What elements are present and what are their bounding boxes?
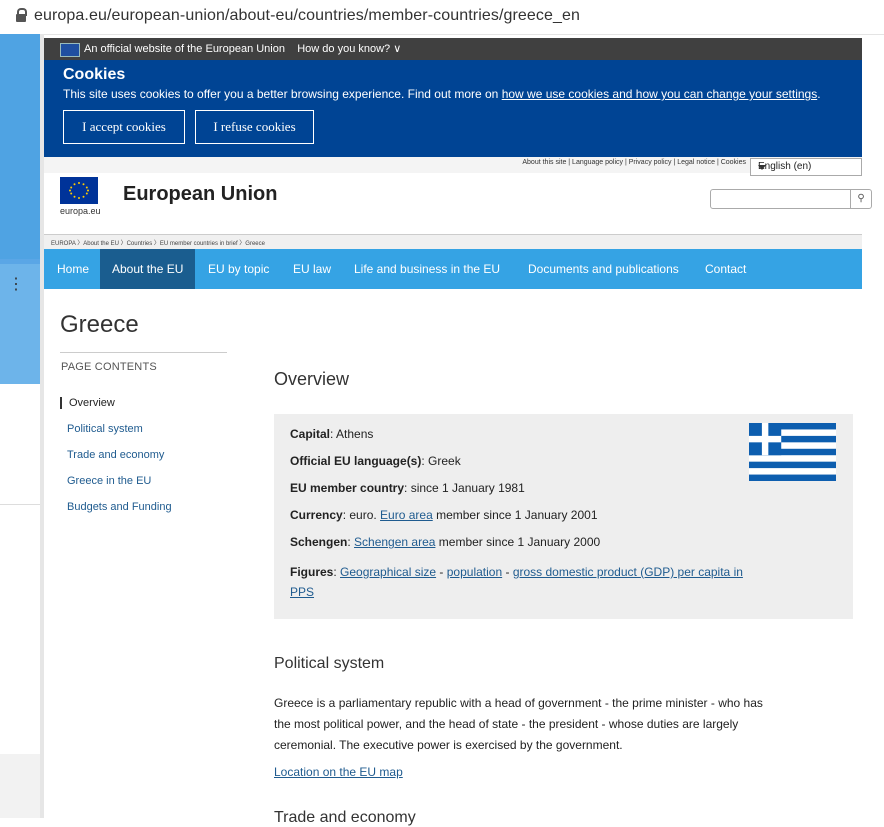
country-facts-box: Capital: Athens Official EU language(s):… xyxy=(274,414,853,619)
more-options-icon[interactable]: ⋮ xyxy=(8,274,24,294)
browser-url-bar[interactable]: europa.eu/european-union/about-eu/countr… xyxy=(0,0,884,35)
search-icon[interactable]: ⚲ xyxy=(850,190,871,208)
eu-logo[interactable] xyxy=(60,177,98,204)
fact-currency: Currency: euro. Euro area member since 1… xyxy=(290,508,598,522)
header-top-links[interactable]: About this site | Language policy | Priv… xyxy=(522,159,746,166)
official-eu-banner: An official website of the European Unio… xyxy=(44,38,862,60)
language-select[interactable]: English (en) xyxy=(750,158,862,176)
cookie-policy-link[interactable]: how we use cookies and how you can chang… xyxy=(502,87,818,101)
lock-icon xyxy=(16,8,27,22)
trade-and-economy-heading: Trade and economy xyxy=(274,809,416,826)
nav-documents-and-publications[interactable]: Documents and publications xyxy=(528,249,679,289)
political-system-heading: Political system xyxy=(274,655,385,672)
fact-language: Official EU language(s): Greek xyxy=(290,454,461,468)
main-navigation: Home About the EU EU by topic EU law Lif… xyxy=(44,249,862,289)
dropdown-arrow-icon xyxy=(758,165,766,170)
contents-overview[interactable]: Overview xyxy=(60,397,115,409)
overview-heading: Overview xyxy=(274,369,350,389)
contents-budgets-and-funding[interactable]: Budgets and Funding xyxy=(60,501,172,513)
euro-area-link[interactable]: Euro area xyxy=(380,508,433,522)
url-text[interactable]: europa.eu/european-union/about-eu/countr… xyxy=(34,7,580,25)
schengen-area-link[interactable]: Schengen area xyxy=(354,535,435,549)
breadcrumb: EUROPA 〉About the EU 〉Countries 〉EU memb… xyxy=(44,234,862,250)
political-system-text: Greece is a parliamentary republic with … xyxy=(274,696,763,752)
background-window-strip: ⋮ xyxy=(0,34,44,818)
divider xyxy=(60,352,227,353)
page-title: Greece xyxy=(60,311,139,338)
nav-contact[interactable]: Contact xyxy=(705,249,746,289)
greece-flag xyxy=(749,423,836,481)
population-link[interactable]: population xyxy=(447,565,502,579)
geographical-size-link[interactable]: Geographical size xyxy=(340,565,436,579)
cookie-message: This site uses cookies to offer you a be… xyxy=(63,87,821,101)
site-header: About this site | Language policy | Priv… xyxy=(44,157,872,234)
contents-trade-and-economy[interactable]: Trade and economy xyxy=(60,449,164,461)
official-text: An official website of the European Unio… xyxy=(84,43,285,55)
contents-greece-in-the-eu[interactable]: Greece in the EU xyxy=(60,475,151,487)
fact-figures: Figures: Geographical size - population … xyxy=(290,565,743,599)
fact-capital: Capital: Athens xyxy=(290,427,374,441)
nav-eu-by-topic[interactable]: EU by topic xyxy=(208,249,269,289)
nav-about-the-eu[interactable]: About the EU xyxy=(100,249,196,289)
accept-cookies-button[interactable]: I accept cookies xyxy=(63,110,185,144)
page-contents-label: PAGE CONTENTS xyxy=(61,361,157,373)
cookie-banner: Cookies This site uses cookies to offer … xyxy=(44,60,862,157)
eu-flag-icon xyxy=(60,43,80,57)
breadcrumb-trail[interactable]: EUROPA 〉About the EU 〉Countries 〉EU memb… xyxy=(51,238,265,247)
how-do-you-know-link[interactable]: How do you know? ∨ xyxy=(297,43,401,55)
site-name[interactable]: European Union xyxy=(123,183,277,206)
contents-political-system[interactable]: Political system xyxy=(60,423,143,435)
cookie-title: Cookies xyxy=(63,66,126,83)
gdp-pps-link[interactable]: PPS xyxy=(290,585,314,599)
fact-schengen: Schengen: Schengen area member since 1 J… xyxy=(290,535,601,549)
refuse-cookies-button[interactable]: I refuse cookies xyxy=(195,110,314,144)
nav-eu-law[interactable]: EU law xyxy=(293,249,331,289)
eu-map-link[interactable]: Location on the EU map xyxy=(274,765,403,779)
fact-member-since: EU member country: since 1 January 1981 xyxy=(290,481,525,495)
nav-home[interactable]: Home xyxy=(57,249,89,289)
gdp-per-capita-link[interactable]: gross domestic product (GDP) per capita … xyxy=(513,565,743,579)
nav-life-and-business[interactable]: Life and business in the EU xyxy=(354,249,500,289)
search-input[interactable]: ⚲ xyxy=(710,189,872,209)
logo-caption: europa.eu xyxy=(60,206,101,216)
